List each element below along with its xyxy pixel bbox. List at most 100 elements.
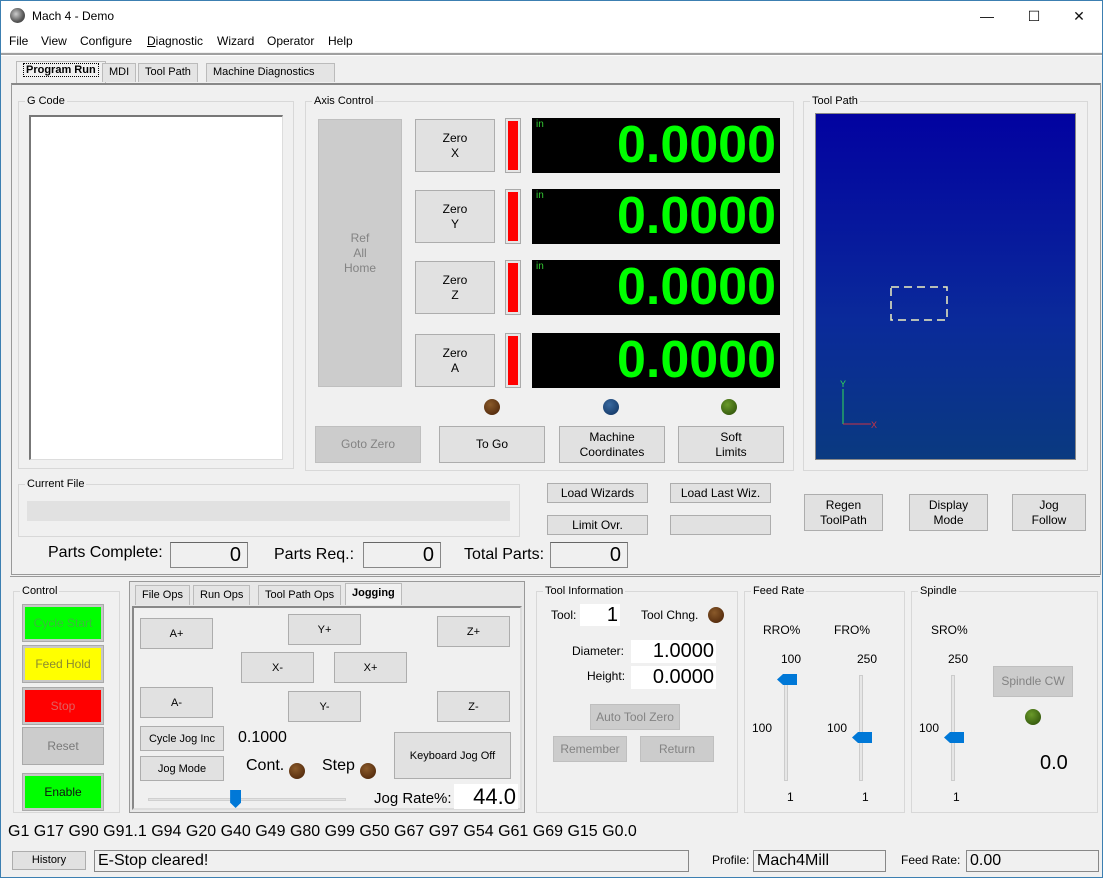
rro-max-label: 100 bbox=[781, 652, 802, 666]
cycle-jog-inc-button[interactable]: Cycle Jog Inc bbox=[140, 726, 224, 751]
load-last-wizard-button[interactable]: Load Last Wiz. bbox=[670, 483, 771, 503]
sro-min-label: 1 bbox=[953, 790, 960, 804]
stop-button[interactable]: Stop bbox=[22, 687, 104, 725]
ref-all-home-button[interactable]: Ref All Home bbox=[318, 119, 402, 387]
jog-z-plus-button[interactable]: Z+ bbox=[437, 616, 510, 647]
zero-z-button[interactable]: Zero Z bbox=[415, 261, 495, 314]
goto-zero-button[interactable]: Goto Zero bbox=[315, 426, 421, 463]
tool-number-field[interactable]: 1 bbox=[580, 604, 620, 626]
subtab-file-ops[interactable]: File Ops bbox=[135, 585, 190, 605]
cycle-start-button[interactable]: Cycle Start bbox=[22, 604, 104, 642]
height-field[interactable]: 0.0000 bbox=[631, 666, 716, 689]
tab-label: Program Run bbox=[23, 63, 99, 77]
zero-x-button[interactable]: Zero X bbox=[415, 119, 495, 172]
return-button[interactable]: Return bbox=[640, 736, 714, 762]
dro-a-value: 0.0000 bbox=[616, 331, 776, 389]
profile-label: Profile: bbox=[712, 853, 750, 867]
gcode-viewer[interactable] bbox=[29, 115, 283, 460]
feed-rate-group: Feed Rate bbox=[744, 585, 905, 813]
menu-file[interactable]: File bbox=[9, 34, 28, 48]
menu-wizard[interactable]: Wizard bbox=[217, 34, 254, 48]
menu-view[interactable]: View bbox=[41, 34, 67, 48]
display-mode-button[interactable]: Display Mode bbox=[909, 494, 988, 531]
menu-configure[interactable]: Configure bbox=[80, 34, 132, 48]
a-axis-indicator bbox=[505, 333, 521, 388]
reset-button[interactable]: Reset bbox=[22, 727, 104, 765]
close-button[interactable]: ✕ bbox=[1056, 1, 1102, 31]
keyboard-jog-button[interactable]: Keyboard Jog Off bbox=[394, 732, 511, 779]
main-window: Mach 4 - Demo — ☐ ✕ File View Configure … bbox=[0, 0, 1103, 878]
jog-y-plus-button[interactable]: Y+ bbox=[288, 614, 361, 645]
app-icon bbox=[10, 8, 25, 23]
auto-tool-zero-button[interactable]: Auto Tool Zero bbox=[590, 704, 680, 730]
subtab-jogging[interactable]: Jogging bbox=[345, 583, 402, 605]
divider bbox=[1, 53, 1102, 56]
diameter-field[interactable]: 1.0000 bbox=[631, 640, 716, 663]
jog-rate-field[interactable]: 44.0 bbox=[454, 784, 518, 809]
blank-button[interactable] bbox=[670, 515, 771, 535]
history-button[interactable]: History bbox=[12, 851, 86, 870]
load-wizards-button[interactable]: Load Wizards bbox=[547, 483, 648, 503]
jog-a-minus-button[interactable]: A- bbox=[140, 687, 213, 718]
dro-z: in 0.0000 bbox=[532, 260, 780, 315]
parts-required-field[interactable]: 0 bbox=[363, 542, 441, 568]
menu-operator[interactable]: Operator bbox=[267, 34, 314, 48]
step-led-icon bbox=[360, 763, 376, 779]
soft-limits-button[interactable]: Soft Limits bbox=[678, 426, 784, 463]
subtab-run-ops[interactable]: Run Ops bbox=[193, 585, 251, 605]
jog-mode-button[interactable]: Jog Mode bbox=[140, 756, 224, 781]
zero-a-button[interactable]: Zero A bbox=[415, 334, 495, 387]
total-parts-field: 0 bbox=[550, 542, 628, 568]
tab-mdi[interactable]: MDI bbox=[102, 63, 137, 82]
minimize-button[interactable]: — bbox=[964, 1, 1010, 31]
feed-rate-status-label: Feed Rate: bbox=[901, 853, 961, 867]
zero-y-button[interactable]: Zero Y bbox=[415, 190, 495, 243]
fro-min-label: 1 bbox=[862, 790, 869, 804]
dro-y-value: 0.0000 bbox=[616, 187, 776, 245]
total-parts-label: Total Parts: bbox=[464, 546, 545, 563]
maximize-button[interactable]: ☐ bbox=[1011, 1, 1057, 31]
jog-z-minus-button[interactable]: Z- bbox=[437, 691, 510, 722]
jog-x-minus-button[interactable]: X- bbox=[241, 652, 314, 683]
rro-slider-track[interactable] bbox=[784, 675, 788, 781]
tool-change-led-icon bbox=[708, 607, 724, 623]
sro-slider-track[interactable] bbox=[951, 675, 955, 781]
to-go-button[interactable]: To Go bbox=[439, 426, 545, 463]
jog-follow-button[interactable]: Jog Follow bbox=[1012, 494, 1086, 531]
menu-diagnostic[interactable]: Diagnostic bbox=[147, 34, 203, 48]
jog-y-minus-button[interactable]: Y- bbox=[288, 691, 361, 722]
spindle-led-icon bbox=[1025, 709, 1041, 725]
parts-complete-field: 0 bbox=[170, 542, 248, 568]
spindle-cw-button[interactable]: Spindle CW bbox=[993, 666, 1073, 697]
sro-max-label: 250 bbox=[948, 652, 969, 666]
tab-program-run[interactable]: Program Run bbox=[16, 61, 106, 83]
unit-label: in bbox=[536, 119, 544, 130]
unit-label: in bbox=[536, 261, 544, 272]
toolpath-canvas: Y X bbox=[840, 286, 948, 430]
limit-override-button[interactable]: Limit Ovr. bbox=[547, 515, 648, 535]
unit-label: in bbox=[536, 190, 544, 201]
menu-help[interactable]: Help bbox=[328, 34, 353, 48]
jog-rate-slider-track[interactable] bbox=[148, 798, 346, 801]
fro-mid-label: 100 bbox=[827, 721, 848, 735]
dro-y: in 0.0000 bbox=[532, 189, 780, 244]
control-legend: Control bbox=[22, 585, 58, 597]
gcode-legend: G Code bbox=[27, 95, 65, 107]
feed-hold-button[interactable]: Feed Hold bbox=[22, 645, 104, 683]
jog-a-plus-button[interactable]: A+ bbox=[140, 618, 213, 649]
enable-button[interactable]: Enable bbox=[22, 773, 104, 811]
jogging-page: A+ Y+ Z+ X- X+ A- Y- Z- Cycle Jog Inc 0.… bbox=[132, 606, 522, 810]
subtab-tool-path-ops[interactable]: Tool Path Ops bbox=[258, 585, 342, 605]
machine-coordinates-button[interactable]: Machine Coordinates bbox=[559, 426, 665, 463]
remember-button[interactable]: Remember bbox=[553, 736, 627, 762]
x-axis-indicator bbox=[505, 118, 521, 173]
toolpath-display[interactable]: Y X bbox=[815, 113, 1076, 460]
tab-tool-path[interactable]: Tool Path bbox=[138, 63, 198, 82]
fro-slider-track[interactable] bbox=[859, 675, 863, 781]
tab-machine-diagnostics[interactable]: Machine Diagnostics bbox=[206, 63, 335, 82]
regen-toolpath-button[interactable]: Regen ToolPath bbox=[804, 494, 883, 531]
jog-x-plus-button[interactable]: X+ bbox=[334, 652, 407, 683]
divider bbox=[10, 576, 1100, 577]
jog-rate-slider-thumb[interactable] bbox=[230, 790, 242, 808]
continuous-label: Cont. bbox=[246, 757, 285, 774]
